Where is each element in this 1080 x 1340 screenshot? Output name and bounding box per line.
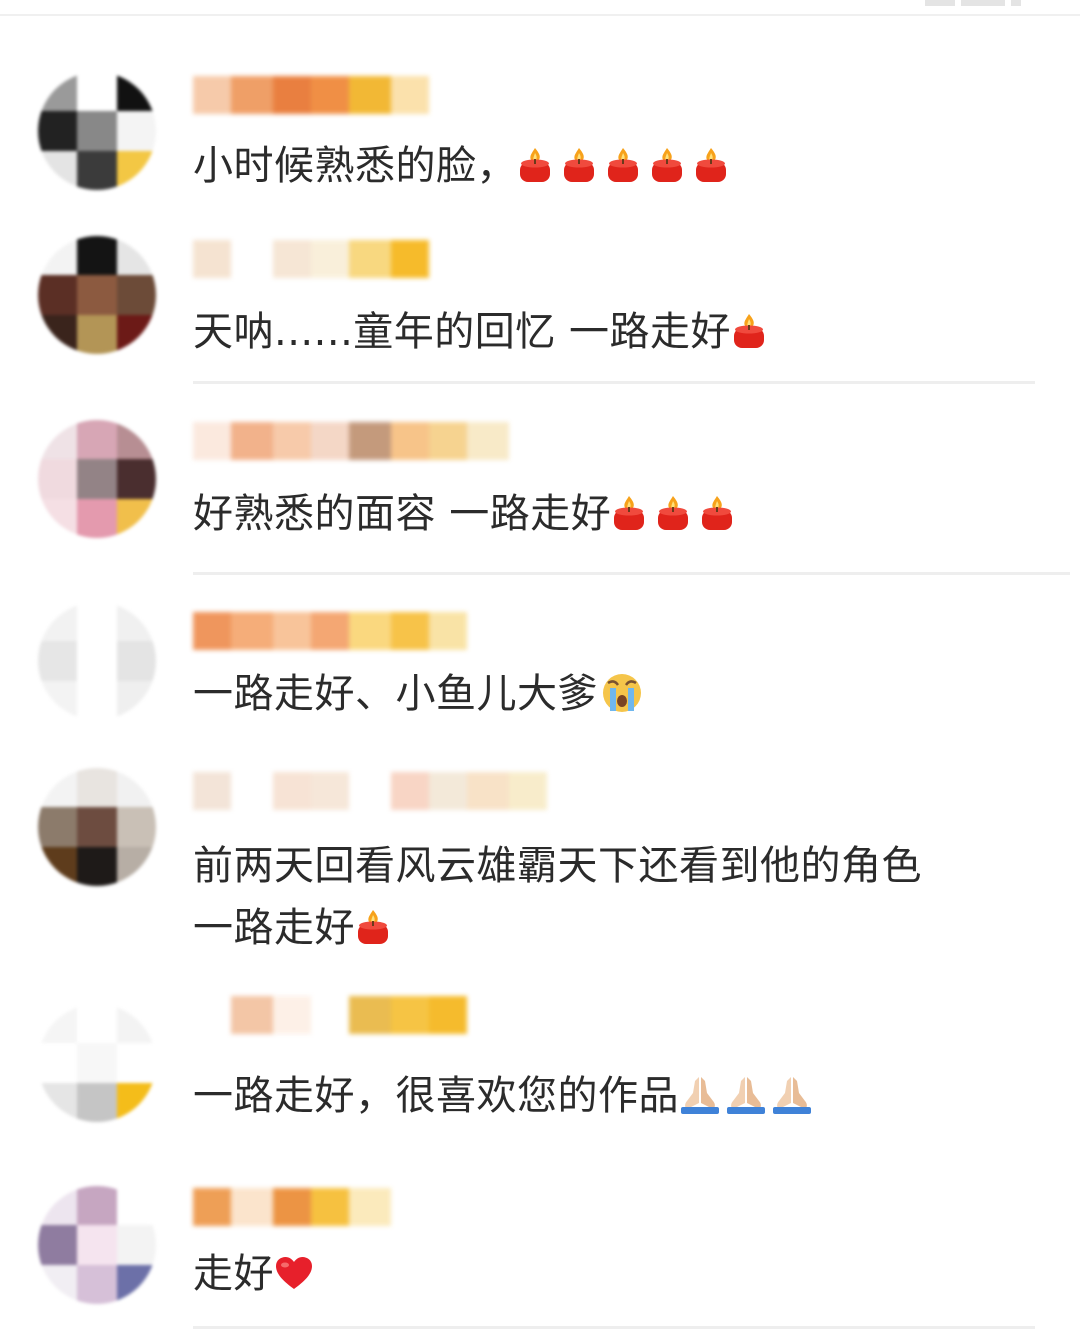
comment-text: 走好 <box>193 1244 314 1304</box>
avatar-pixel <box>77 1186 117 1226</box>
emoji-group <box>274 1251 314 1297</box>
avatar-pixel <box>77 1225 117 1265</box>
avatar-pixel <box>38 1264 78 1304</box>
avatar-pixel <box>38 1186 78 1226</box>
comment-item[interactable]: 走好 <box>0 0 1080 1340</box>
username-blurred[interactable] <box>193 1188 391 1226</box>
avatar-pixel <box>77 1264 117 1304</box>
avatar-pixel <box>116 1186 156 1226</box>
comment-text-content: 走好 <box>193 1251 274 1297</box>
avatar-pixel <box>116 1225 156 1265</box>
username-mosaic-block <box>311 1188 349 1226</box>
avatar[interactable] <box>38 1186 156 1304</box>
comment-divider <box>193 1326 1035 1329</box>
username-mosaic-block <box>349 1188 391 1226</box>
username-mosaic-block <box>193 1188 231 1226</box>
heart-icon <box>276 1257 312 1289</box>
username-mosaic-block <box>273 1188 311 1226</box>
avatar-pixel <box>38 1225 78 1265</box>
avatar-pixel <box>116 1264 156 1304</box>
username-mosaic-block <box>231 1188 273 1226</box>
